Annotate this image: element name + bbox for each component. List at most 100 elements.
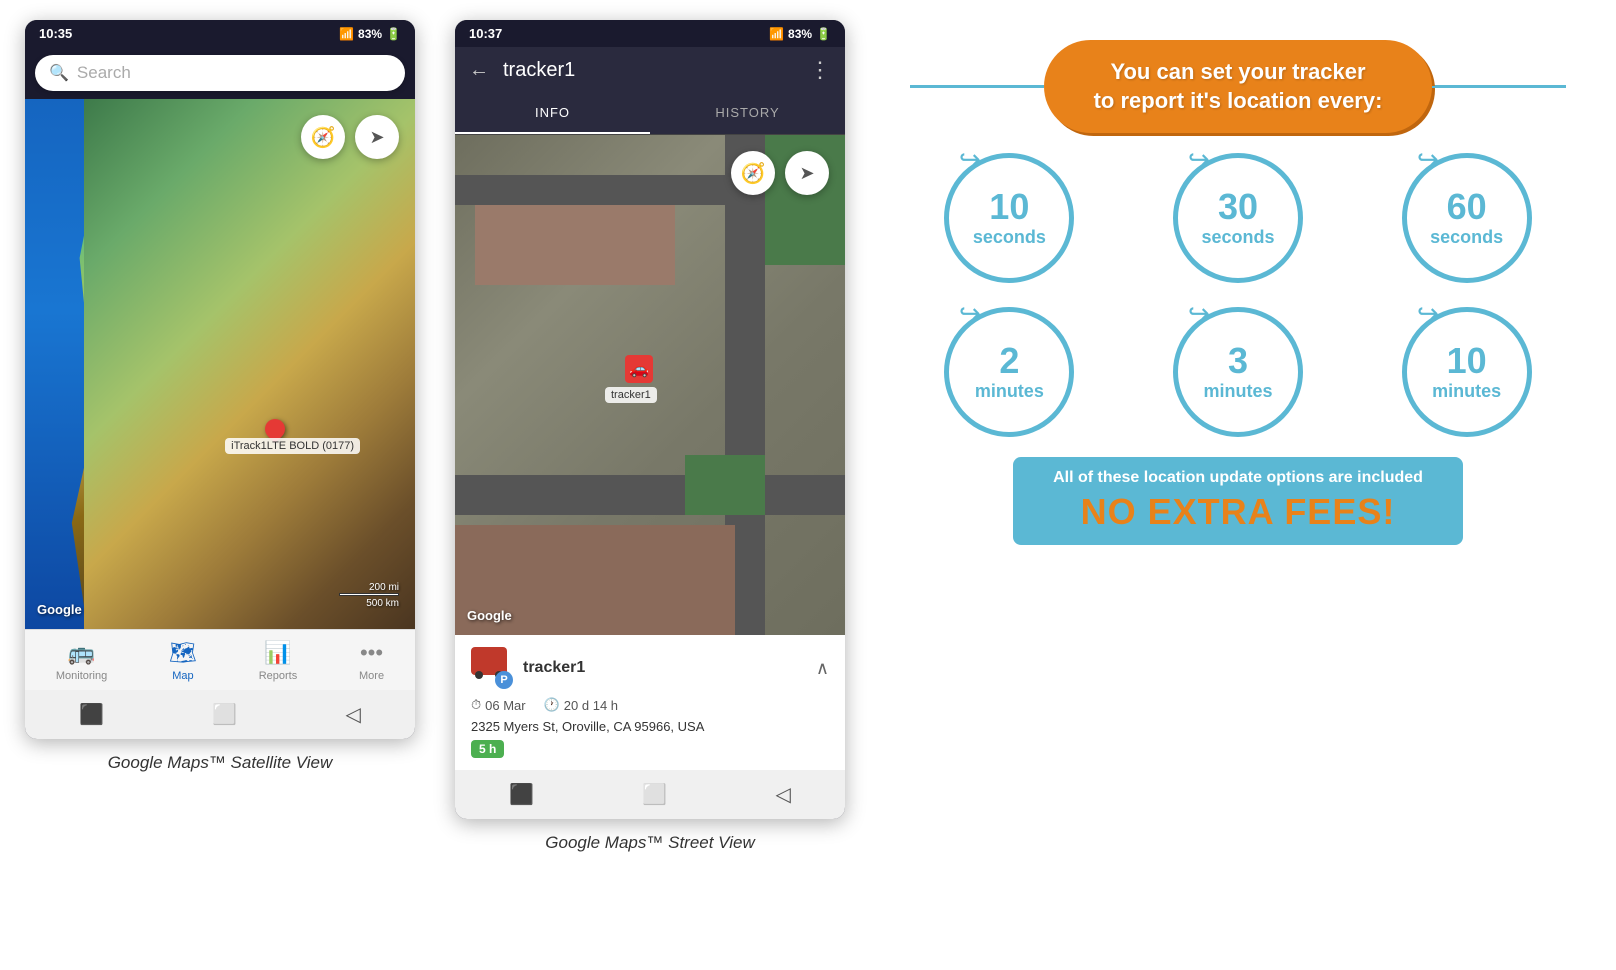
interval-10sec-number: 10 <box>989 189 1029 225</box>
included-text: All of these location update options are… <box>1053 469 1423 487</box>
interval-60sec-unit: seconds <box>1430 227 1503 248</box>
google-watermark-1: Google <box>37 602 82 617</box>
scale-line <box>339 593 399 596</box>
land-area <box>84 99 416 629</box>
android-home-icon[interactable]: ⬜ <box>212 702 237 727</box>
signal-icon-1: 📶 <box>339 27 354 41</box>
interval-60sec-number: 60 <box>1447 189 1487 225</box>
no-fees-box: All of these location update options are… <box>1013 457 1463 545</box>
battery-1: 83% <box>358 27 382 41</box>
map-area-satellite: 🧭 ➤ iTrack1LTE BOLD (0177) Google 200 mi… <box>25 99 415 629</box>
map-icon: 🗺 <box>169 640 197 666</box>
building2 <box>475 205 675 285</box>
back-button[interactable]: ← <box>469 59 489 82</box>
phone1-caption: Google Maps™ Satellite View <box>108 753 333 773</box>
bottom-nav: 🚌 Monitoring 🗺 Map 📊 Reports ••• More <box>25 629 415 690</box>
search-bar[interactable]: 🔍 Search <box>35 55 405 91</box>
info-tracker-name: tracker1 <box>523 659 585 677</box>
satellite-map-bg <box>25 99 415 629</box>
tab-history[interactable]: HISTORY <box>650 93 845 134</box>
status-bar-1: 10:35 📶 83% 🔋 <box>25 20 415 47</box>
interval-30sec-number: 30 <box>1218 189 1258 225</box>
android-back-2[interactable]: ⬛ <box>509 782 534 807</box>
interval-10min-number: 10 <box>1447 343 1487 379</box>
parked-badge: P <box>495 671 513 689</box>
green2 <box>685 455 765 515</box>
no-fees-label: NO EXTRA FEES! <box>1053 491 1423 533</box>
map-area-street: 🧭 ➤ 🚗 tracker1 Google <box>455 135 845 635</box>
android-back-icon[interactable]: ⬛ <box>79 702 104 727</box>
google-watermark-2: Google <box>467 608 512 623</box>
search-placeholder: Search <box>77 63 131 83</box>
interval-3min[interactable]: 3 minutes <box>1173 307 1303 437</box>
reports-icon: 📊 <box>264 640 291 666</box>
phone2-caption: Google Maps™ Street View <box>545 833 754 853</box>
headline-line1: You can set your tracker <box>1110 59 1365 84</box>
tracker-title: tracker1 <box>503 59 795 82</box>
scale-label-1: 200 mi <box>369 582 399 593</box>
phone1-mockup: 10:35 📶 83% 🔋 🔍 Search 🧭 ➤ iTrack1LTE BO… <box>20 20 420 773</box>
battery-2: 83% <box>788 27 812 41</box>
search-icon: 🔍 <box>49 63 69 83</box>
map-label: Map <box>172 670 193 682</box>
info-date: ⏱ 06 Mar <box>471 697 526 713</box>
android-recents-icon[interactable]: ◁ <box>345 702 360 727</box>
android-navbar-2: ⬛ ⬜ ◁ <box>455 770 845 819</box>
top-bar-2: ← tracker1 ⋮ <box>455 47 845 93</box>
interval-30sec[interactable]: 30 seconds <box>1173 153 1303 283</box>
chevron-up-icon[interactable]: ∧ <box>816 658 829 679</box>
compass-button-2[interactable]: 🧭 <box>731 151 775 195</box>
intervals-grid: 10 seconds 30 seconds 60 seconds 2 minut… <box>910 153 1566 437</box>
interval-10sec-unit: seconds <box>973 227 1046 248</box>
headline-line2: to report it's location every: <box>1094 88 1383 113</box>
headline-box: You can set your tracker to report it's … <box>1044 40 1433 133</box>
navigation-button[interactable]: ➤ <box>355 115 399 159</box>
road-h1 <box>455 475 845 515</box>
signal-icon-2: 📶 <box>769 27 784 41</box>
scale-bar: 200 mi 500 km <box>339 582 399 609</box>
interval-10min-unit: minutes <box>1432 381 1501 402</box>
interval-60sec[interactable]: 60 seconds <box>1402 153 1532 283</box>
phone1-screen: 10:35 📶 83% 🔋 🔍 Search 🧭 ➤ iTrack1LTE BO… <box>25 20 415 739</box>
interval-2min-number: 2 <box>999 343 1019 379</box>
signals-2: 📶 83% 🔋 <box>769 27 831 41</box>
status-bar-2: 10:37 📶 83% 🔋 <box>455 20 845 47</box>
interval-3min-unit: minutes <box>1203 381 1272 402</box>
android-navbar-1: ⬛ ⬜ ◁ <box>25 690 415 739</box>
info-duration: 🕐 20 d 14 h <box>544 697 618 713</box>
interval-2min-unit: minutes <box>975 381 1044 402</box>
headline-row: You can set your tracker to report it's … <box>910 40 1566 133</box>
tracker-label: iTrack1LTE BOLD (0177) <box>225 438 360 454</box>
car-pin: 🚗 <box>625 355 653 383</box>
nav-reports[interactable]: 📊 Reports <box>259 640 298 682</box>
android-home-2[interactable]: ⬜ <box>642 782 667 807</box>
more-label: More <box>359 670 384 682</box>
scale-label-2: 500 km <box>366 598 399 609</box>
nav-monitoring[interactable]: 🚌 Monitoring <box>56 640 107 682</box>
nav-button-2[interactable]: ➤ <box>785 151 829 195</box>
battery-icon-2: 🔋 <box>816 27 831 41</box>
interval-2min[interactable]: 2 minutes <box>944 307 1074 437</box>
info-row-1: P tracker1 ∧ <box>471 647 829 689</box>
nav-more[interactable]: ••• More <box>359 640 384 682</box>
android-recents-2[interactable]: ◁ <box>775 782 790 807</box>
monitoring-label: Monitoring <box>56 670 107 682</box>
time-1: 10:35 <box>39 26 72 41</box>
nav-map[interactable]: 🗺 Map <box>169 640 197 682</box>
tab-info[interactable]: INFO <box>455 93 650 134</box>
headline-text: You can set your tracker to report it's … <box>1094 58 1383 115</box>
reports-label: Reports <box>259 670 298 682</box>
monitoring-icon: 🚌 <box>68 640 95 666</box>
info-address: 2325 Myers St, Oroville, CA 95966, USA <box>471 719 829 734</box>
phone2-screen: 10:37 📶 83% 🔋 ← tracker1 ⋮ INFO HISTORY <box>455 20 845 819</box>
phone2-mockup: 10:37 📶 83% 🔋 ← tracker1 ⋮ INFO HISTORY <box>450 20 850 853</box>
interval-10min[interactable]: 10 minutes <box>1402 307 1532 437</box>
interval-3min-number: 3 <box>1228 343 1248 379</box>
more-icon: ••• <box>360 640 383 666</box>
info-panel: P tracker1 ∧ ⏱ 06 Mar 🕐 20 d 14 h 2325 M… <box>455 635 845 770</box>
more-button[interactable]: ⋮ <box>809 57 831 83</box>
interval-10sec[interactable]: 10 seconds <box>944 153 1074 283</box>
tracker-icon-wrap: P <box>471 647 513 689</box>
parking-bg <box>455 135 845 635</box>
compass-button[interactable]: 🧭 <box>301 115 345 159</box>
